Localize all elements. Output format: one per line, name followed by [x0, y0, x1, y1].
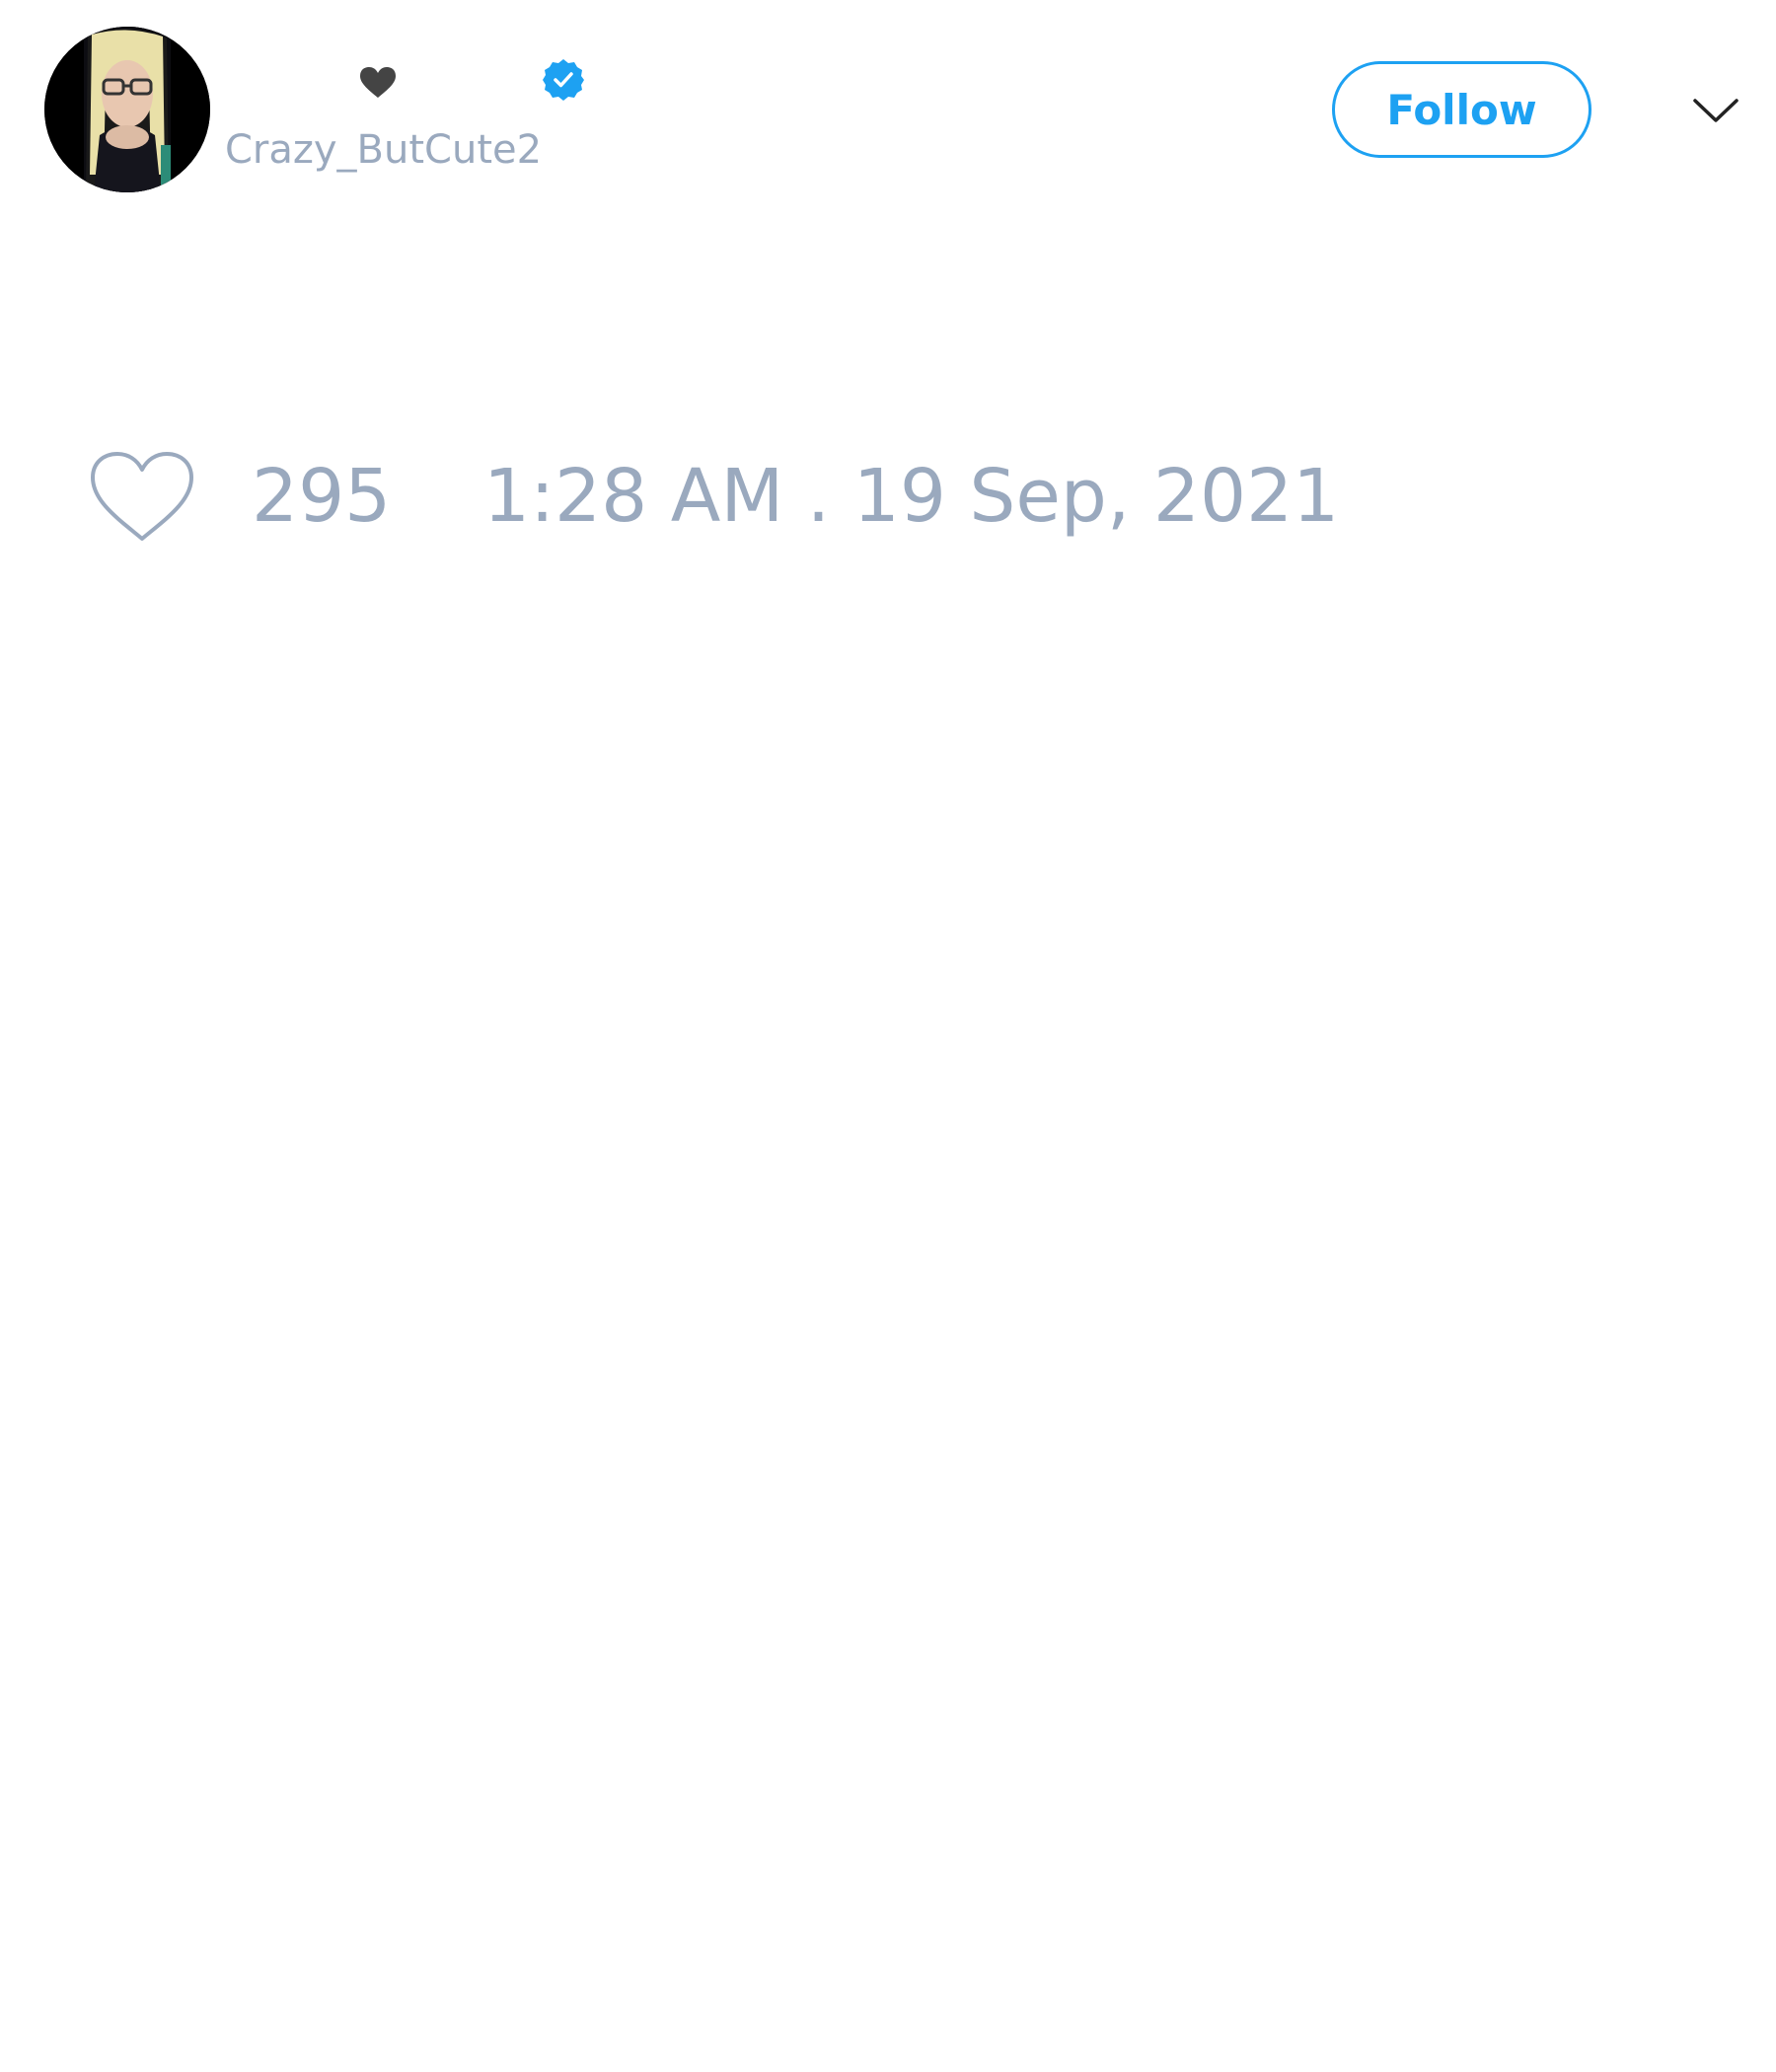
like-count: 295 — [252, 454, 392, 539]
verified-badge-icon — [543, 59, 584, 101]
avatar[interactable] — [44, 27, 210, 192]
tweet-timestamp[interactable]: 1:28 AM . 19 Sep, 2021 — [483, 454, 1339, 539]
chevron-down-icon[interactable] — [1691, 91, 1740, 128]
follow-button[interactable]: Follow — [1332, 61, 1591, 158]
black-heart-emoji-icon — [360, 67, 396, 98]
author-handle[interactable]: Crazy_ButCute2 — [225, 126, 542, 174]
avatar-image — [44, 27, 210, 192]
tweet-actions: 295 1:28 AM . 19 Sep, 2021 — [89, 444, 1371, 543]
heart-outline-icon[interactable] — [89, 450, 195, 545]
